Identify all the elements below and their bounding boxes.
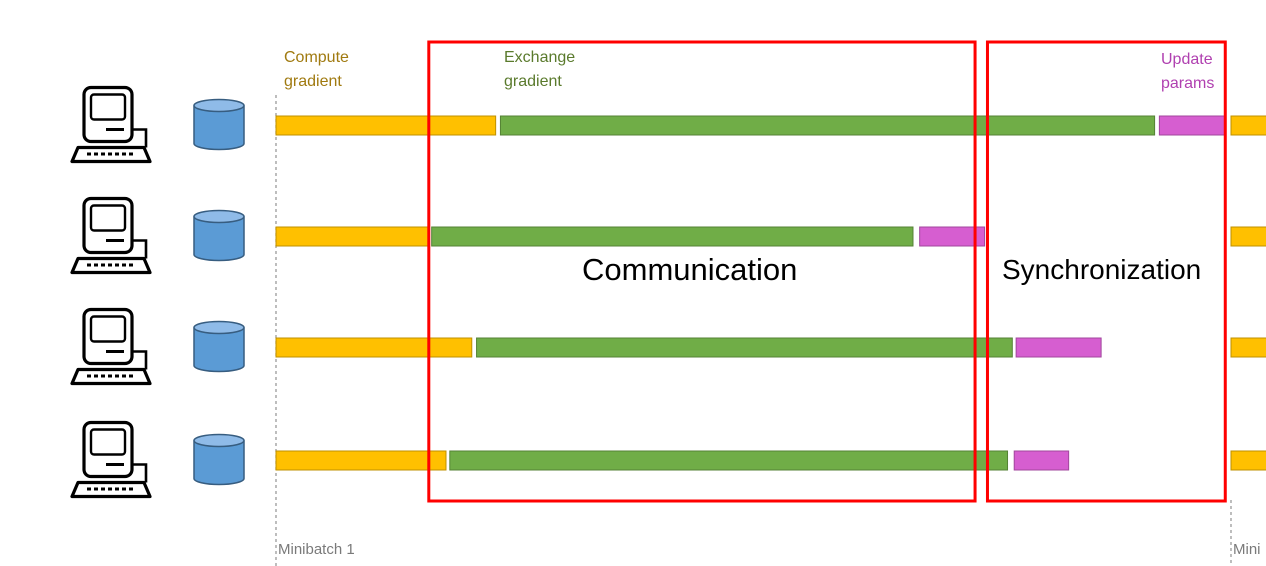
diagram-stage: Compute gradient Exchange gradient Updat… xyxy=(0,0,1266,566)
update-bar xyxy=(1158,115,1226,136)
exchange-label-line-1: Exchange xyxy=(504,49,576,66)
update-label-line-1: Update xyxy=(1161,51,1213,68)
computer-icon xyxy=(70,85,152,164)
computer-icon xyxy=(70,420,152,499)
timeline-bars xyxy=(275,115,1266,471)
compute-bar xyxy=(1230,450,1266,471)
disk-icon xyxy=(193,209,245,262)
minibatch-2-label: Mini xyxy=(1233,541,1261,558)
exchange-bar xyxy=(449,450,1009,471)
exchange-gradient-label: Exchange gradient xyxy=(504,46,575,94)
computer-icon xyxy=(70,307,152,386)
update-bar xyxy=(1013,450,1070,471)
compute-label-line-1: Compute xyxy=(284,49,349,66)
compute-label-line-2: gradient xyxy=(284,73,342,90)
communication-title: Communication xyxy=(582,252,798,287)
disk-icon xyxy=(193,433,245,486)
update-params-label: Update params xyxy=(1161,48,1214,96)
exchange-bar xyxy=(476,337,1013,358)
disk-icon xyxy=(193,320,245,373)
compute-bar xyxy=(1230,115,1266,136)
update-bar xyxy=(1015,337,1102,358)
compute-bar xyxy=(275,450,447,471)
worker-icons xyxy=(70,85,245,499)
minibatch-1-label: Minibatch 1 xyxy=(278,541,355,558)
exchange-label-line-2: gradient xyxy=(504,73,562,90)
compute-bar xyxy=(1230,337,1266,358)
update-label-line-2: params xyxy=(1161,75,1215,92)
compute-bar xyxy=(1230,226,1266,247)
compute-bar xyxy=(275,337,473,358)
compute-gradient-label: Compute gradient xyxy=(284,46,349,94)
compute-bar xyxy=(275,115,497,136)
compute-bar xyxy=(275,226,430,247)
exchange-bar xyxy=(499,115,1156,136)
minibatch-markers xyxy=(275,95,1232,566)
disk-icon xyxy=(193,98,245,151)
exchange-bar xyxy=(431,226,914,247)
computer-icon xyxy=(70,196,152,275)
synchronization-title: Synchronization xyxy=(1002,254,1202,285)
